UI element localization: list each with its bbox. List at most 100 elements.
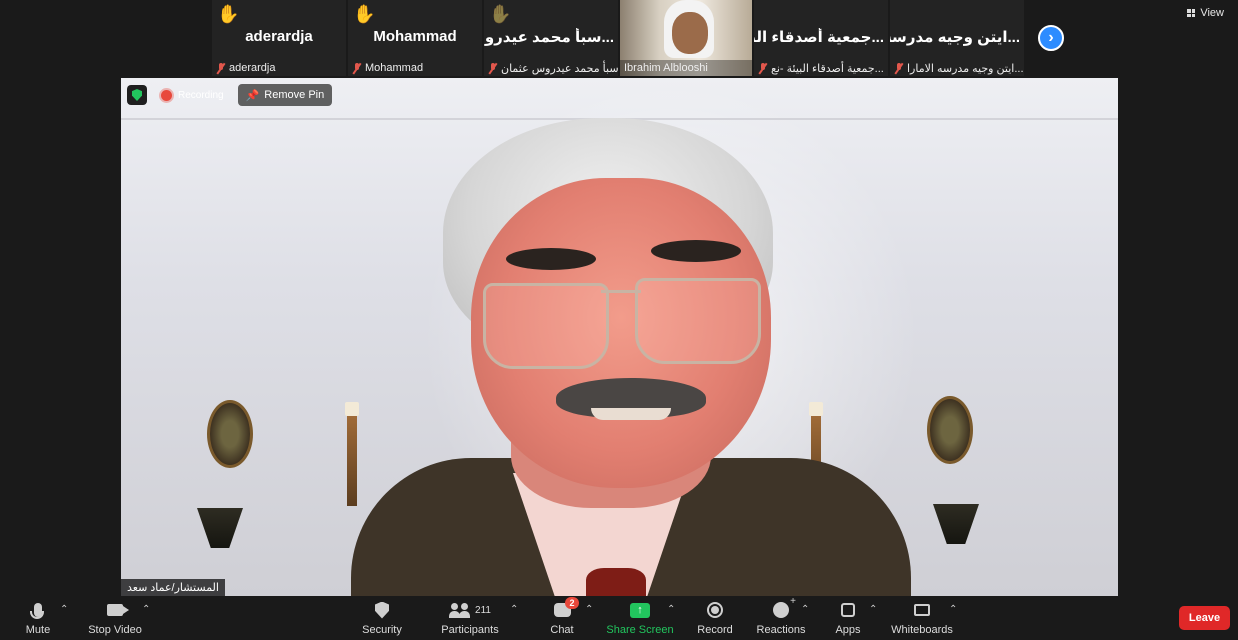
share-screen-button[interactable]: ↑ Share Screen bbox=[606, 598, 674, 638]
chat-unread-badge: 2 bbox=[565, 597, 579, 609]
raised-hand-icon: ✋ bbox=[353, 4, 376, 24]
security-button[interactable]: Security bbox=[362, 598, 402, 638]
speaker-tie bbox=[586, 568, 646, 596]
participant-tile[interactable]: ...ايتن وجيه مدرسه ال ...ايتن وجيه مدرسه… bbox=[890, 0, 1024, 76]
mute-options-caret[interactable]: ⌃ bbox=[60, 604, 68, 615]
participant-tile[interactable]: ...جمعية أصدقاء البي ...جمعية أصدقاء الب… bbox=[754, 0, 888, 76]
leave-button[interactable]: Leave bbox=[1179, 606, 1230, 630]
participant-footer: Mohammad bbox=[348, 60, 482, 76]
participant-face bbox=[672, 12, 708, 54]
speaker-glasses-bridge bbox=[601, 290, 641, 293]
zoom-meeting-window: View ✋ aderardja aderardja ✋ Mohammad Mo… bbox=[0, 0, 1238, 640]
pinned-speaker-video: Recording 📌 Remove Pin المستشار/عماد سعد bbox=[121, 78, 1118, 596]
record-label: Record bbox=[697, 624, 733, 636]
video-options-caret[interactable]: ⌃ bbox=[142, 604, 150, 615]
chat-icon: 2 bbox=[553, 597, 579, 617]
participant-display-name: Mohammad bbox=[373, 28, 457, 45]
reactions-options-caret[interactable]: ⌃ bbox=[801, 604, 809, 615]
participant-footer: ...جمعية أصدقاء البيئة -نع bbox=[754, 60, 888, 76]
view-grid-icon bbox=[1187, 9, 1196, 17]
apps-label: Apps bbox=[835, 624, 861, 636]
apps-options-caret[interactable]: ⌃ bbox=[869, 604, 877, 615]
candle-stand bbox=[347, 416, 357, 506]
pin-icon: 📌 bbox=[245, 89, 260, 102]
apps-icon bbox=[841, 603, 855, 617]
raised-hand-icon: ✋ bbox=[489, 4, 512, 24]
participant-display-name: ...ايتن وجيه مدرسه ال bbox=[890, 29, 1020, 46]
participant-footer-name: سبأ محمد عيدروس عثمان bbox=[501, 62, 618, 75]
participants-icon bbox=[449, 602, 471, 618]
participants-button[interactable]: 211 Participants bbox=[441, 598, 499, 638]
wall-mirror bbox=[927, 396, 973, 464]
wall-shelf bbox=[197, 508, 243, 548]
security-label: Security bbox=[362, 624, 402, 636]
participant-footer: ...ايتن وجيه مدرسه الامارا bbox=[890, 60, 1024, 76]
participant-footer-name: aderardja bbox=[229, 62, 276, 74]
recording-dot-icon bbox=[161, 89, 172, 101]
mic-muted-icon bbox=[758, 62, 768, 74]
participant-footer-name: Mohammad bbox=[365, 62, 424, 74]
speaker-name-tag: المستشار/عماد سعد bbox=[121, 579, 225, 596]
reactions-icon bbox=[773, 596, 796, 618]
meeting-status-bar: Recording 📌 Remove Pin bbox=[127, 84, 333, 106]
chat-options-caret[interactable]: ⌃ bbox=[585, 604, 593, 615]
stop-video-button[interactable]: Stop Video bbox=[88, 598, 142, 638]
reactions-label: Reactions bbox=[756, 624, 806, 636]
share-screen-label: Share Screen bbox=[606, 624, 674, 636]
candle bbox=[809, 402, 823, 416]
mute-button[interactable]: Mute bbox=[22, 598, 54, 638]
whiteboards-icon bbox=[914, 604, 930, 616]
participant-footer: aderardja bbox=[212, 60, 346, 76]
speaker-glasses-left bbox=[483, 283, 609, 369]
recording-indicator[interactable]: Recording bbox=[155, 85, 230, 105]
share-options-caret[interactable]: ⌃ bbox=[667, 604, 675, 615]
participant-footer-name: ...جمعية أصدقاء البيئة -نع bbox=[771, 62, 884, 75]
apps-button[interactable]: Apps bbox=[834, 598, 862, 638]
participant-tile[interactable]: ✋ aderardja aderardja bbox=[212, 0, 346, 76]
wall-shelf bbox=[933, 504, 979, 544]
whiteboards-label: Whiteboards bbox=[891, 624, 953, 636]
stop-video-label: Stop Video bbox=[88, 624, 142, 636]
participant-display-name: ...جمعية أصدقاء البي bbox=[754, 29, 884, 46]
remove-pin-label: Remove Pin bbox=[264, 89, 325, 101]
participant-display-name: ...سبأ محمد عيدرو bbox=[484, 29, 614, 46]
chat-label: Chat bbox=[550, 624, 574, 636]
participant-tile[interactable]: ✋ ...سبأ محمد عيدرو سبأ محمد عيدروس عثما… bbox=[484, 0, 618, 76]
whiteboards-options-caret[interactable]: ⌃ bbox=[949, 604, 957, 615]
participant-footer: سبأ محمد عيدروس عثمان bbox=[484, 60, 618, 76]
shield-icon[interactable] bbox=[127, 85, 147, 105]
participants-label: Participants bbox=[441, 624, 499, 636]
participants-options-caret[interactable]: ⌃ bbox=[510, 604, 518, 615]
participant-tile[interactable]: ✋ Mohammad Mohammad bbox=[348, 0, 482, 76]
recording-label: Recording bbox=[178, 89, 224, 101]
meeting-toolbar: Mute ⌃ Stop Video ⌃ Security 211 Partici… bbox=[0, 596, 1238, 640]
participants-count: 211 bbox=[475, 604, 491, 616]
participant-footer-name: ...ايتن وجيه مدرسه الامارا bbox=[907, 62, 1024, 75]
remove-pin-button[interactable]: 📌 Remove Pin bbox=[237, 84, 333, 106]
share-screen-icon: ↑ bbox=[630, 602, 650, 618]
participant-footer: Ibrahim Alblooshi bbox=[620, 60, 752, 76]
speaker-glasses-right bbox=[635, 278, 761, 364]
security-icon bbox=[375, 601, 389, 619]
next-page-icon[interactable]: › bbox=[1038, 25, 1064, 51]
record-button[interactable]: Record bbox=[697, 598, 733, 638]
participant-display-name: aderardja bbox=[245, 28, 313, 45]
whiteboards-button[interactable]: Whiteboards bbox=[891, 598, 953, 638]
mic-muted-icon bbox=[352, 62, 362, 74]
reactions-button[interactable]: Reactions bbox=[756, 596, 806, 638]
camera-icon bbox=[107, 604, 129, 616]
mic-muted-icon bbox=[216, 62, 226, 74]
microphone-icon bbox=[30, 603, 44, 619]
participant-tile-video[interactable]: Ibrahim Alblooshi bbox=[620, 0, 752, 76]
chat-button[interactable]: 2 Chat bbox=[548, 597, 579, 638]
mute-label: Mute bbox=[25, 624, 51, 636]
speaker-eyebrow bbox=[651, 240, 741, 262]
candle bbox=[345, 402, 359, 416]
speaker-smile bbox=[591, 408, 671, 420]
wall-mirror bbox=[207, 400, 253, 468]
mic-muted-icon bbox=[894, 62, 904, 74]
view-button[interactable]: View bbox=[1181, 4, 1230, 22]
mic-muted-icon bbox=[488, 62, 498, 74]
participant-strip: ✋ aderardja aderardja ✋ Mohammad Mohamma… bbox=[212, 0, 1024, 76]
speaker-eyebrow bbox=[506, 248, 596, 270]
